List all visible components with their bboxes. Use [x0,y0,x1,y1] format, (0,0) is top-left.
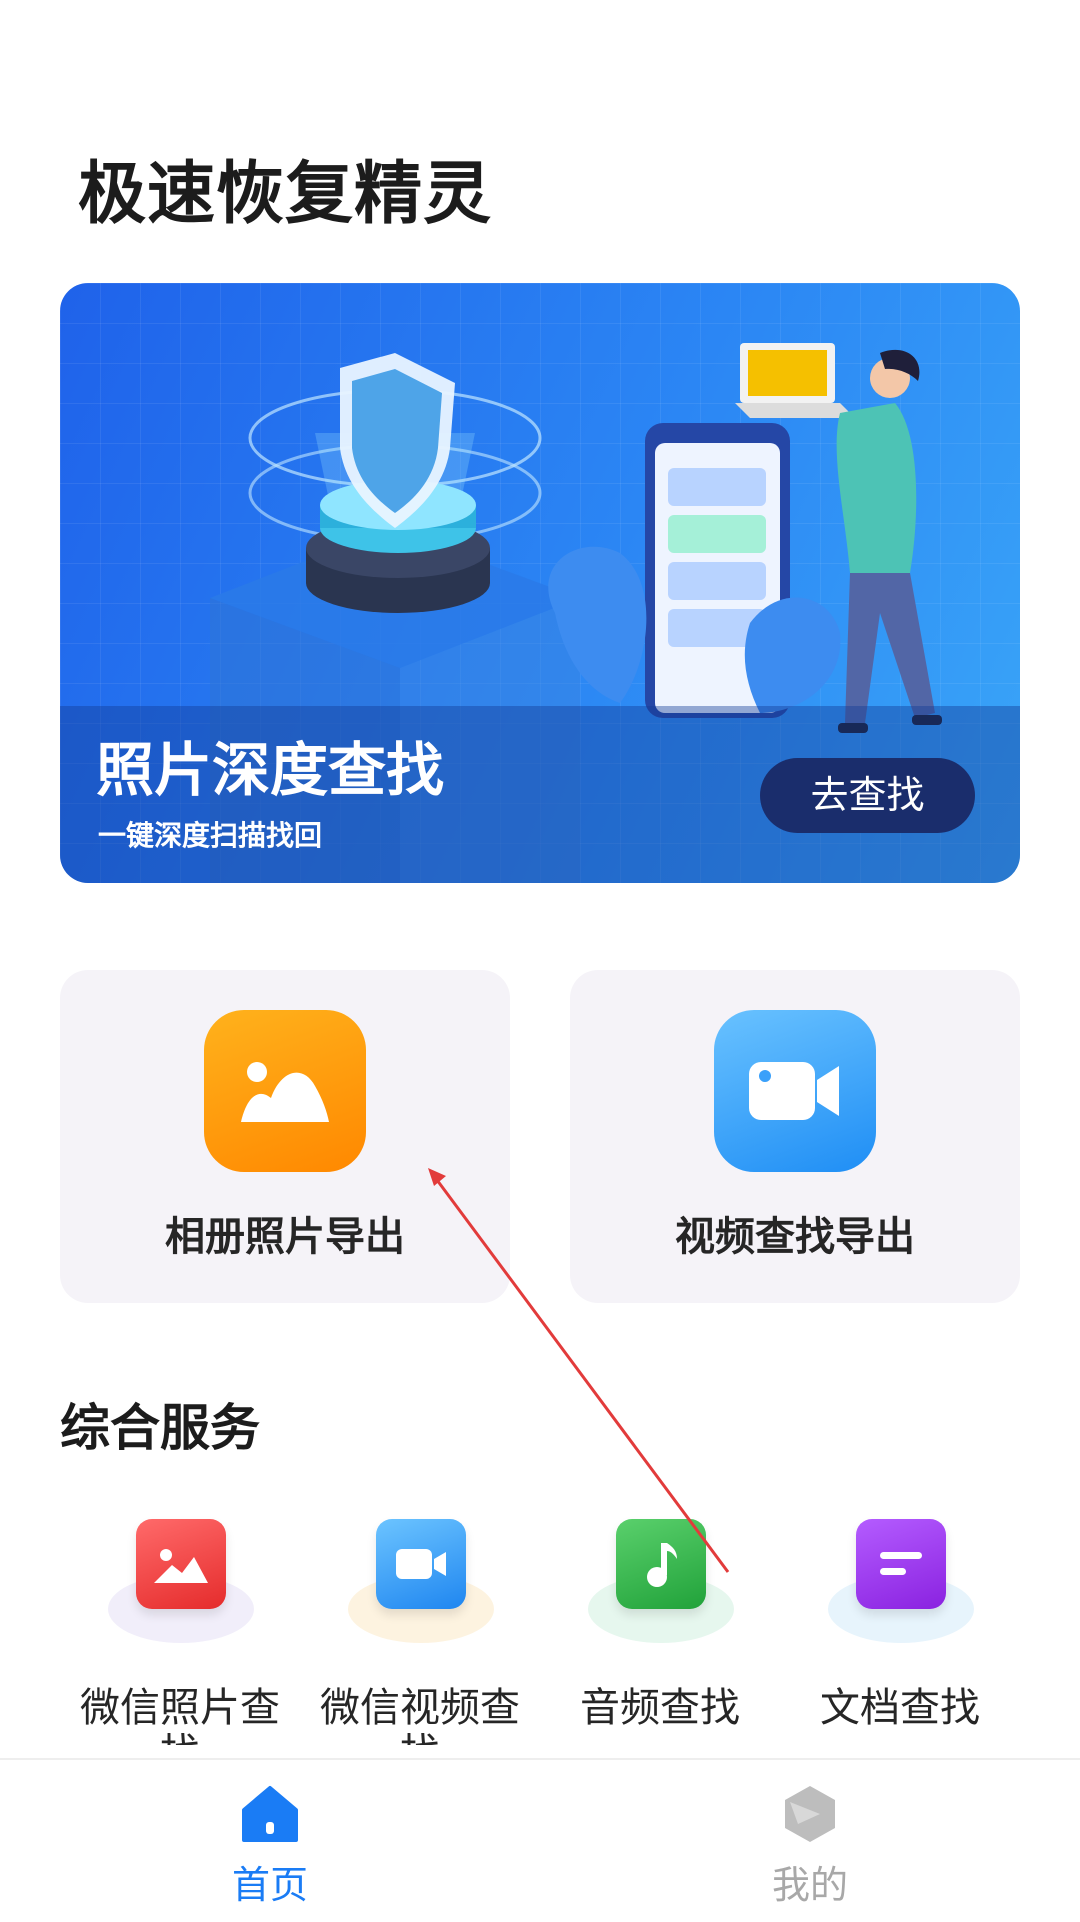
video-search-export-label: 视频查找导出 [675,1214,915,1260]
photo-icon [204,1010,366,1172]
service-label-overflow: 找 [300,1733,540,1745]
service-label-overflow: 找 [60,1733,300,1745]
service-audio-search[interactable]: 音频查找 [540,1505,780,1745]
nav-home-label: 首页 [231,1863,308,1907]
video-icon [376,1519,466,1609]
banner-title: 照片深度查找 [96,736,445,804]
nav-mine[interactable]: 我的 [540,1760,1080,1922]
photo-deep-search-banner[interactable]: 照片深度查找 一键深度扫描找回 去查找 [60,283,1020,883]
service-label: 微信视频查 [320,1685,520,1731]
music-note-icon [616,1519,706,1609]
banner-subtitle: 一键深度扫描找回 [98,819,323,852]
service-wechat-video[interactable]: 微信视频查 找 [300,1505,540,1745]
album-photo-export-card[interactable]: 相册照片导出 [60,970,510,1303]
nav-mine-label: 我的 [771,1863,848,1907]
profile-icon [785,1786,835,1842]
service-label: 文档查找 [820,1685,980,1731]
services-section-title: 综合服务 [60,1399,260,1457]
service-label: 微信照片查 [80,1685,280,1731]
document-icon [856,1519,946,1609]
service-wechat-photo[interactable]: 微信照片查 找 [60,1505,300,1745]
bottom-navigation: 首页 我的 [0,1758,1080,1922]
image-icon [136,1519,226,1609]
service-label: 音频查找 [580,1685,740,1731]
album-photo-export-label: 相册照片导出 [165,1214,405,1260]
nav-home[interactable]: 首页 [0,1760,540,1922]
app-title: 极速恢复精灵 [78,155,493,234]
home-icon [242,1786,298,1842]
go-search-button[interactable]: 去查找 [760,758,975,833]
video-camera-icon [714,1010,876,1172]
service-document-search[interactable]: 文档查找 [780,1505,1020,1745]
video-search-export-card[interactable]: 视频查找导出 [570,970,1020,1303]
